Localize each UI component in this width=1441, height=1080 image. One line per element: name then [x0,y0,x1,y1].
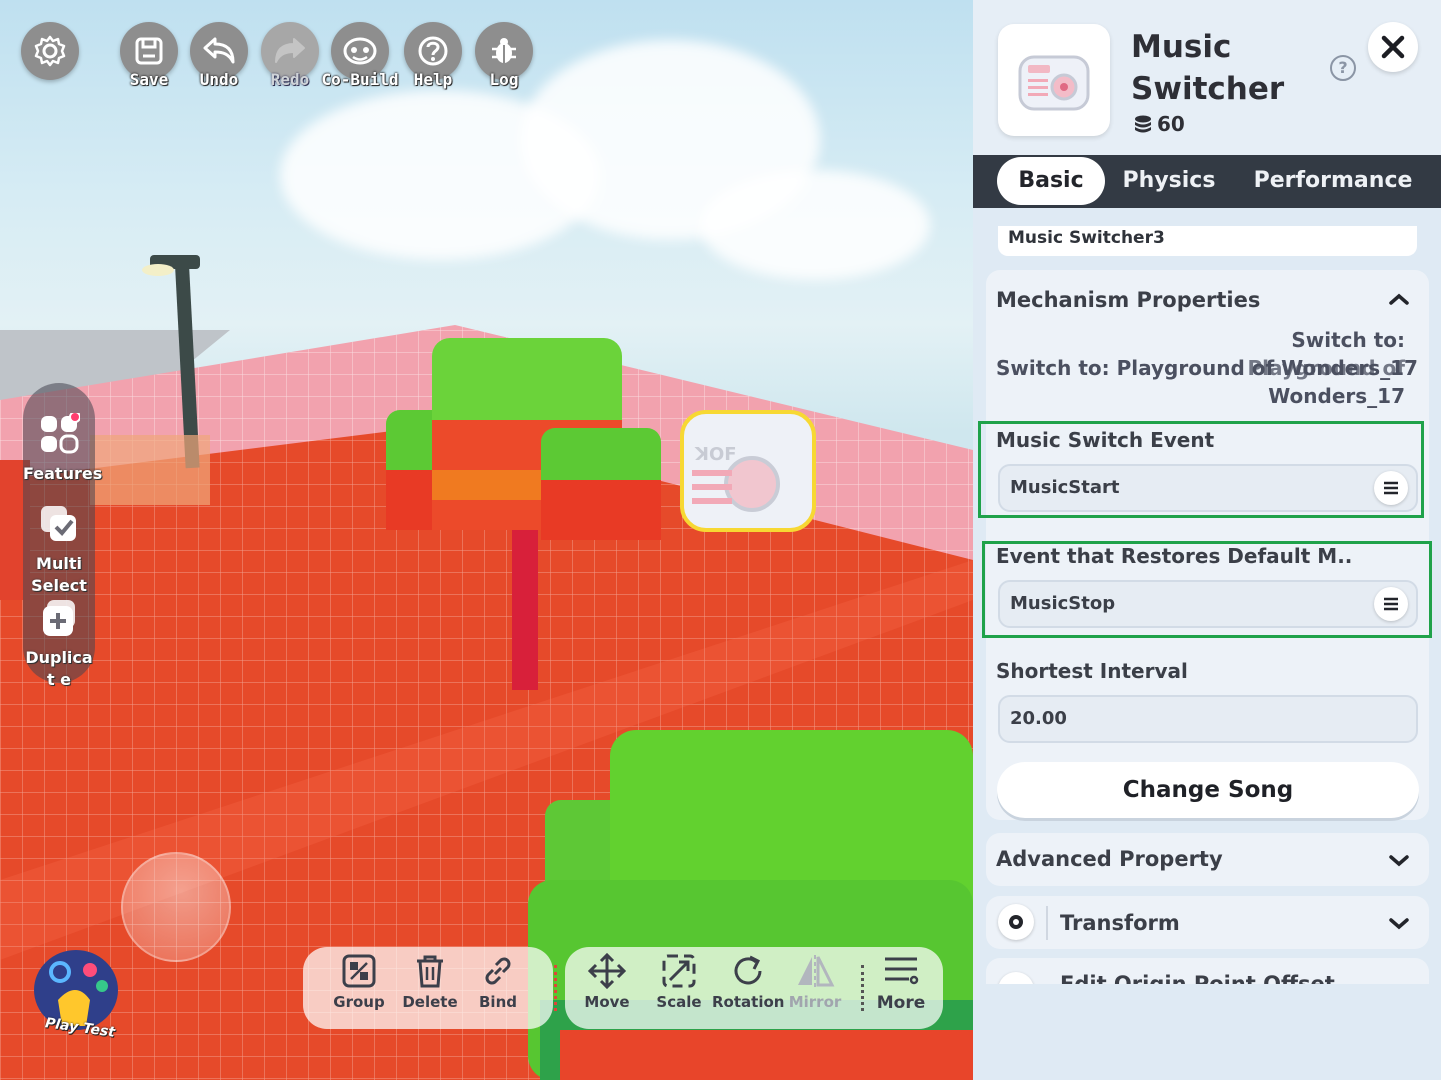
switch-to-overlay-line3: Wonders_17 [1268,384,1405,408]
log-label: Log [489,70,519,89]
delete-label: Delete [402,993,458,1011]
close-button[interactable] [1368,22,1418,72]
list-icon [1384,597,1398,611]
restore-event-select[interactable]: MusicStop [998,580,1418,628]
more-button[interactable]: More [865,953,937,1013]
duplicate-icon [43,600,75,636]
play-test-button[interactable]: Play Test [28,942,128,1052]
trash-icon [417,955,443,988]
features-label: Features [23,464,103,483]
edit-origin-clip: Edit Origin Point Offset [986,958,1429,984]
transform-gear-button[interactable] [998,904,1034,940]
scale-icon [662,954,696,988]
bottom-toolbar: Group Delete Bind Move Scale Rotation Mi… [303,947,943,1029]
delete-button[interactable]: Delete [394,953,466,1011]
object-title: Music Switcher [1131,29,1285,107]
list-icon [1384,481,1398,495]
object-help-icon[interactable]: ? [1330,55,1356,81]
tab-performance[interactable]: Performance [1253,157,1413,205]
mirror-label: Mirror [788,993,842,1011]
rotation-label: Rotation [712,993,785,1011]
left-sidebar: Features Multi Select Duplicat e [23,383,103,689]
music-switch-event-label: Music Switch Event [996,428,1215,452]
restore-event-label: Event that Restores Default M.. [996,544,1353,568]
move-icon [587,953,627,989]
cost-value: 60 [1157,112,1185,136]
switch-to-overlay-line2: Playground of [1247,356,1405,380]
object-thumbnail [998,24,1110,136]
shortest-interval-label: Shortest Interval [996,659,1188,683]
restore-event-menu-button[interactable] [1374,587,1408,621]
toolbar-divider [861,965,864,1011]
undo-icon [203,37,235,64]
svg-text:ꓘOF: ꓘOF [694,444,737,465]
features-button[interactable]: Features [23,411,103,485]
music-switch-event-menu-button[interactable] [1374,471,1408,505]
music-switch-event-value: MusicStart [1010,477,1120,498]
close-icon [1381,35,1405,59]
scene-viewport[interactable]: ꓘOF Save Undo Redo Co-Build Help Log Fea… [0,0,973,1080]
properties-panel: Music Switcher 60 ? Basic Physics Perfor… [973,0,1441,1080]
object-cost: 60 [1133,112,1185,136]
duplicate-label: Duplicat e [25,648,93,689]
redo-icon [275,38,305,63]
scale-label: Scale [656,993,702,1011]
advanced-property-title: Advanced Property [996,847,1223,871]
multi-select-label: Multi Select [31,554,87,595]
log-bug-icon [492,38,516,63]
move-label: Move [584,993,630,1011]
radio-icon [1018,55,1090,111]
duplicate-button[interactable]: Duplicat e [23,597,95,691]
transform-divider [1046,906,1048,940]
features-icon [41,411,81,454]
help-icon [418,36,448,66]
edit-origin-section[interactable]: Edit Origin Point Offset [986,958,1429,984]
chevron-down-icon [1389,855,1409,867]
switch-to-overlay-line1: Switch to: [1291,328,1405,352]
more-label: More [876,993,926,1013]
panel-tabs: Basic Physics Performance [973,155,1441,208]
mirror-button[interactable]: Mirror [779,953,851,1011]
transform-section[interactable]: Transform [986,896,1429,949]
toolbar-divider [554,965,557,1011]
edit-origin-title: Edit Origin Point Offset [1060,972,1335,984]
move-button[interactable]: Move [571,953,643,1011]
bind-button[interactable]: Bind [462,953,534,1011]
group-button[interactable]: Group [323,953,395,1011]
panel-header: Music Switcher 60 ? [973,0,1441,155]
link-icon [485,957,511,985]
more-icon [885,957,919,985]
rotate-icon [734,955,762,985]
mechanism-properties-title[interactable]: Mechanism Properties [996,288,1260,312]
scale-button[interactable]: Scale [643,953,715,1011]
tab-basic[interactable]: Basic [997,157,1105,205]
bind-label: Bind [479,993,517,1011]
mechanism-properties-section: Mechanism Properties Switch to: Playgrou… [978,270,1432,820]
gear-icon [34,35,66,67]
chevron-down-icon [1389,918,1409,930]
shortest-interval-input[interactable]: 20.00 [998,695,1418,743]
coin-stack-icon [1135,115,1151,133]
rotation-button[interactable]: Rotation [712,953,784,1011]
change-song-button[interactable]: Change Song [997,762,1419,818]
movement-joystick[interactable] [121,852,231,962]
advanced-property-section[interactable]: Advanced Property [986,833,1429,886]
restore-event-value: MusicStop [1010,593,1116,614]
tab-physics[interactable]: Physics [1117,157,1221,205]
group-icon [342,954,376,988]
group-label: Group [333,993,385,1011]
save-icon [135,37,163,65]
chevron-up-icon[interactable] [1388,292,1410,306]
music-switch-event-select[interactable]: MusicStart [998,464,1418,512]
object-name-input[interactable]: Music Switcher3 [998,226,1417,256]
multi-select-icon [41,506,76,541]
edit-origin-gear-button[interactable] [998,972,1034,984]
co-build-icon [343,37,377,65]
settings-button[interactable] [21,22,79,80]
multi-select-button[interactable]: Multi Select [23,503,95,597]
mirror-icon [798,955,835,987]
transform-title: Transform [1060,911,1180,935]
gear-icon [1009,915,1023,929]
